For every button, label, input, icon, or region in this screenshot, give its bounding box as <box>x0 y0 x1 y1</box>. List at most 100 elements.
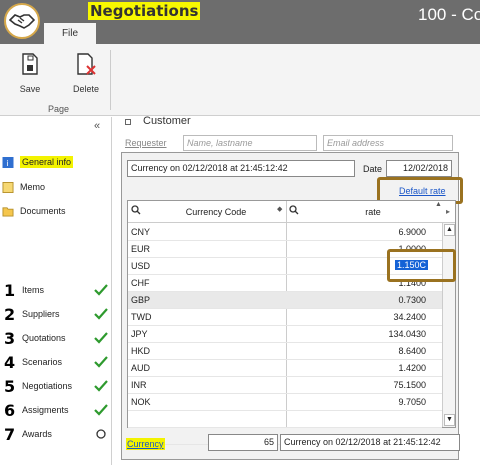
step-number: 1 <box>4 280 16 300</box>
sidebar-step-quotations[interactable]: 3 Quotations <box>4 328 108 348</box>
date-label: Date <box>363 164 383 174</box>
requester-label[interactable]: Requester <box>125 138 167 148</box>
sort-arrow-icon[interactable]: ▲ <box>435 201 442 208</box>
table-row[interactable]: AUD 1.4200 <box>128 360 442 377</box>
app-logo <box>4 3 40 39</box>
title-bar: Negotiations 100 - Co File <box>0 0 480 44</box>
collapse-sidebar-icon[interactable]: « <box>94 120 100 132</box>
step-label: Assigments <box>22 405 69 415</box>
sidebar-item-documents[interactable]: Documents <box>2 202 66 220</box>
sidebar-step-items[interactable]: 1 Items <box>4 280 108 300</box>
sidebar-item-general-info[interactable]: i General info <box>2 153 74 171</box>
currency-code-cell: TWD <box>131 312 152 322</box>
currency-code-cell: JPY <box>131 329 148 339</box>
sidebar-step-assigments[interactable]: 6 Assigments <box>4 400 108 420</box>
pending-circle-icon <box>96 429 106 439</box>
rate-cell: 75.1500 <box>393 380 426 390</box>
step-number: 5 <box>4 376 16 396</box>
currency-link[interactable]: Currency <box>126 438 165 450</box>
app-title: Negotiations <box>88 2 201 20</box>
sidebar-step-scenarios[interactable]: 4 Scenarios <box>4 352 108 372</box>
step-number: 3 <box>4 328 16 348</box>
check-icon <box>94 356 108 368</box>
window-title: 100 - Co <box>418 5 480 24</box>
search-icon[interactable] <box>131 205 141 215</box>
sidebar-item-label: Documents <box>20 206 66 216</box>
search-icon[interactable] <box>289 205 299 215</box>
ribbon-divider <box>110 50 111 110</box>
date-field[interactable]: 12/02/2018 <box>386 160 452 177</box>
scroll-right-icon[interactable]: ▸ <box>446 207 450 216</box>
ribbon: Save Delete Page <box>0 44 480 116</box>
step-number: 6 <box>4 400 16 420</box>
save-button[interactable]: Save <box>10 52 50 94</box>
step-number: 2 <box>4 304 16 324</box>
sidebar-step-negotiations[interactable]: 5 Negotiations <box>4 376 108 396</box>
rate-cell: 6.9000 <box>398 227 426 237</box>
folder-icon <box>2 206 14 217</box>
sidebar-step-suppliers[interactable]: 2 Suppliers <box>4 304 108 324</box>
rate-cell: 34.2400 <box>393 312 426 322</box>
check-icon <box>94 404 108 416</box>
table-row[interactable]: GBP 0.7300 <box>128 292 442 309</box>
table-row[interactable]: HKD 8.6400 <box>128 343 442 360</box>
currency-code-cell: USD <box>131 261 151 271</box>
svg-text:i: i <box>6 158 8 168</box>
table-row[interactable]: NOK 9.7050 <box>128 394 442 411</box>
currency-code-cell: EUR <box>131 244 151 254</box>
rate-cell: 0.7300 <box>398 295 426 305</box>
footer-currency-description[interactable]: Currency on 02/12/2018 at 21:45:12:42 <box>280 434 460 451</box>
memo-icon <box>2 181 14 193</box>
sidebar: « i General info Memo Documents 1 Items 2 S… <box>0 117 112 465</box>
requester-name-input[interactable]: Name, lastname <box>183 135 317 151</box>
step-label: Awards <box>22 429 52 439</box>
save-label: Save <box>19 84 41 94</box>
scroll-down-icon[interactable]: ▼ <box>444 414 455 426</box>
table-row[interactable]: INR 75.1500 <box>128 377 442 394</box>
save-icon <box>22 53 38 75</box>
step-number: 4 <box>4 352 16 372</box>
currency-code-cell: CNY <box>131 227 151 237</box>
step-label: Quotations <box>22 333 66 343</box>
sidebar-item-label: General info <box>20 156 74 168</box>
check-icon <box>94 284 108 296</box>
step-label: Items <box>22 285 45 295</box>
info-icon: i <box>2 156 14 168</box>
sidebar-step-awards[interactable]: 7 Awards <box>4 424 108 444</box>
currency-count-field[interactable]: 65 <box>208 434 278 451</box>
currency-description-field[interactable]: Currency on 02/12/2018 at 21:45:12:42 <box>127 160 355 177</box>
step-number: 7 <box>4 424 16 444</box>
sort-icon[interactable]: ◆ <box>277 205 282 213</box>
sidebar-item-label: Memo <box>20 182 46 192</box>
currency-code-cell: CHF <box>131 278 150 288</box>
delete-button[interactable]: Delete <box>66 52 106 94</box>
currency-grid: Currency Code ◆ rate ▲ ▸ CNY 6.9000 EUR 1.0… <box>127 200 456 445</box>
handshake-icon <box>9 14 35 29</box>
step-label: Negotiations <box>22 381 73 391</box>
currency-code-cell: INR <box>131 380 147 390</box>
rate-cell: 9.7050 <box>398 397 426 407</box>
currency-code-cell: HKD <box>131 346 151 356</box>
delete-label: Delete <box>72 84 99 94</box>
step-label: Scenarios <box>22 357 63 367</box>
column-header-currency-code[interactable]: Currency Code <box>146 207 286 217</box>
tab-file[interactable]: File <box>44 23 96 44</box>
requester-email-input[interactable]: Email address <box>323 135 453 151</box>
sidebar-item-memo[interactable]: Memo <box>2 178 45 196</box>
check-icon <box>94 308 108 320</box>
scroll-up-icon[interactable]: ▲ <box>444 224 455 236</box>
column-header-rate[interactable]: rate <box>313 207 433 217</box>
table-row[interactable]: CNY 6.9000 <box>128 224 442 241</box>
table-row[interactable] <box>128 411 442 428</box>
currency-code-cell: NOK <box>131 397 151 407</box>
rate-cell: 1.4200 <box>398 363 426 373</box>
rate-cell: 134.0430 <box>388 329 426 339</box>
customer-section-marker <box>125 119 131 125</box>
delete-icon <box>77 53 96 75</box>
currency-code-cell: AUD <box>131 363 151 373</box>
check-icon <box>94 332 108 344</box>
table-row[interactable]: JPY 134.0430 <box>128 326 442 343</box>
rate-cell: 8.6400 <box>398 346 426 356</box>
table-row[interactable]: TWD 34.2400 <box>128 309 442 326</box>
grid-header: Currency Code ◆ rate ▲ ▸ <box>128 201 455 223</box>
